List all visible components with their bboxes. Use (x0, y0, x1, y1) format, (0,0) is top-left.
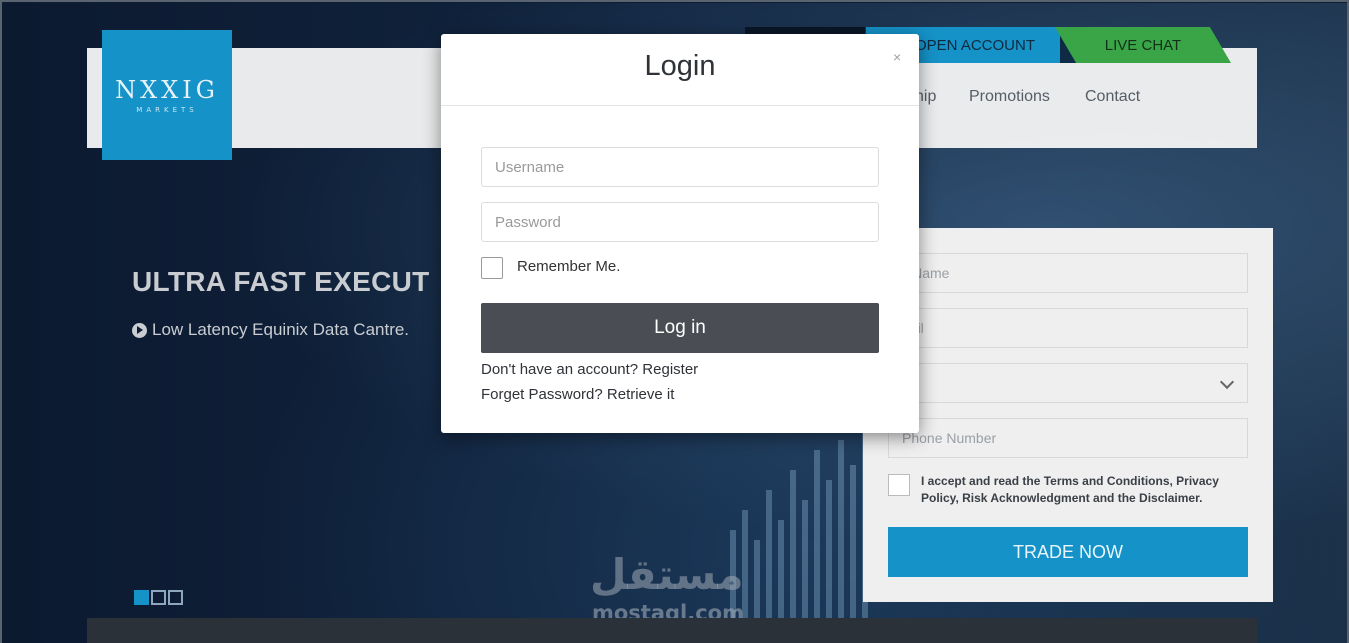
modal-header: Login × (441, 34, 919, 106)
full-name-field[interactable]: ll Name (888, 253, 1248, 293)
phone-field[interactable]: Phone Number (888, 418, 1248, 458)
modal-title: Login (644, 50, 716, 82)
live-chat-tab[interactable]: LIVE CHAT (1055, 27, 1231, 63)
retrieve-password-link[interactable]: Forget Password? Retrieve it (481, 386, 674, 403)
terms-checkbox[interactable] (888, 474, 910, 496)
play-circle-icon (132, 322, 147, 338)
hero-bullet: Low Latency Equinix Data Cantre. (132, 320, 409, 340)
email-field[interactable]: nail (888, 308, 1248, 348)
trade-now-button[interactable]: TRADE NOW (888, 527, 1248, 577)
hero-bullet-text: Low Latency Equinix Data Cantre. (152, 320, 410, 339)
password-input[interactable] (481, 202, 879, 242)
slider-dot-2[interactable] (151, 590, 166, 605)
login-button[interactable]: Log in (481, 303, 879, 353)
slider-dot-3[interactable] (168, 590, 183, 605)
chevron-down-icon (1219, 374, 1235, 390)
remember-me-checkbox[interactable] (481, 257, 503, 279)
logo-wordmark: NXXIG (115, 76, 219, 104)
nav-item-contact[interactable]: Contact (1085, 88, 1140, 106)
nav-item-promotions[interactable]: Promotions (969, 88, 1050, 106)
close-icon[interactable]: × (893, 49, 901, 65)
hero-title: ULTRA FAST EXECUT (132, 266, 430, 297)
slider-pagination (134, 590, 183, 605)
watermark-arabic: مستقل (590, 550, 744, 599)
terms-text: I accept and read the Terms and Conditio… (921, 474, 1219, 505)
login-modal: Login × Remember Me. Log in Don't have a… (441, 34, 919, 433)
bottom-strip (87, 618, 1257, 643)
country-select[interactable] (888, 363, 1248, 403)
register-link[interactable]: Don't have an account? Register (481, 361, 698, 378)
username-input[interactable] (481, 147, 879, 187)
remember-me-label: Remember Me. (517, 258, 621, 275)
logo-subtitle: MARKETS (136, 106, 198, 114)
site-logo[interactable]: NXXIG MARKETS (102, 30, 232, 160)
slider-dot-1[interactable] (134, 590, 149, 605)
